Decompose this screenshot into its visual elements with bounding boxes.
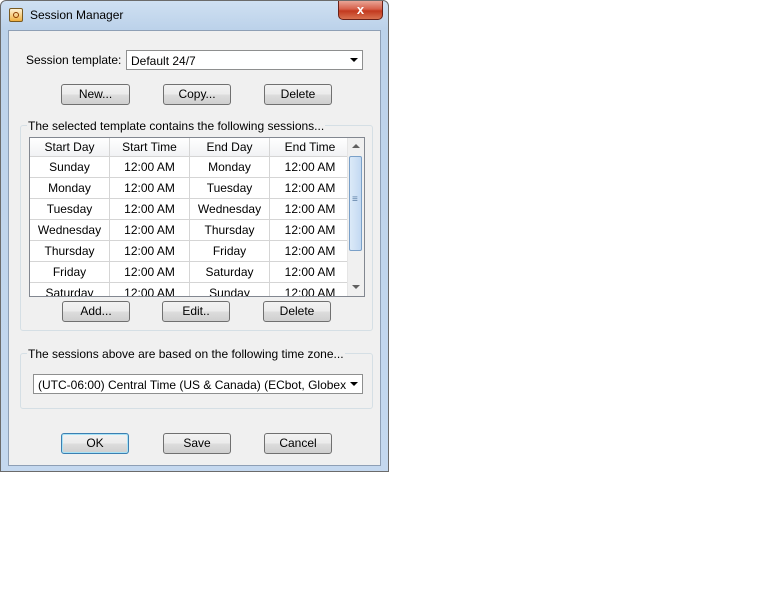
scrollbar-thumb[interactable]	[349, 156, 362, 251]
copy-template-button[interactable]: Copy...	[163, 84, 231, 105]
timezone-dropdown[interactable]: (UTC-06:00) Central Time (US & Canada) (…	[33, 374, 363, 394]
edit-session-button[interactable]: Edit..	[162, 301, 230, 322]
chevron-down-icon[interactable]	[350, 382, 358, 386]
table-row[interactable]: Wednesday 12:00 AM Thursday 12:00 AM	[30, 219, 351, 241]
table-header-row: Start Day Start Time End Day End Time	[30, 138, 351, 157]
sessions-vertical-scrollbar[interactable]	[347, 138, 364, 296]
cell-end-day: Sunday	[189, 282, 270, 296]
cell-start-day: Wednesday	[30, 219, 110, 241]
chevron-down-icon[interactable]	[350, 58, 358, 62]
add-session-button[interactable]: Add...	[62, 301, 130, 322]
cell-start-time: 12:00 AM	[109, 282, 190, 296]
session-template-dropdown[interactable]: Default 24/7	[126, 50, 363, 70]
table-row[interactable]: Saturday 12:00 AM Sunday 12:00 AM	[30, 282, 351, 296]
cell-start-day: Friday	[30, 261, 110, 283]
table-row[interactable]: Sunday 12:00 AM Monday 12:00 AM	[30, 156, 351, 178]
column-header-end-day[interactable]: End Day	[189, 138, 270, 157]
cancel-button[interactable]: Cancel	[264, 433, 332, 454]
table-row[interactable]: Friday 12:00 AM Saturday 12:00 AM	[30, 261, 351, 283]
cell-start-time: 12:00 AM	[109, 219, 190, 241]
delete-template-button[interactable]: Delete	[264, 84, 332, 105]
cell-end-time: 12:00 AM	[269, 156, 351, 178]
cell-end-day: Friday	[189, 240, 270, 262]
ok-button[interactable]: OK	[61, 433, 129, 454]
sessions-group-title: The selected template contains the follo…	[27, 119, 326, 133]
cell-end-time: 12:00 AM	[269, 219, 351, 241]
table-row[interactable]: Tuesday 12:00 AM Wednesday 12:00 AM	[30, 198, 351, 220]
column-header-start-time[interactable]: Start Time	[109, 138, 190, 157]
cell-end-day: Tuesday	[189, 177, 270, 199]
cell-end-time: 12:00 AM	[269, 261, 351, 283]
title-bar[interactable]: Session Manager x	[1, 1, 388, 31]
cell-start-time: 12:00 AM	[109, 156, 190, 178]
new-template-button[interactable]: New...	[61, 84, 130, 105]
timezone-value: (UTC-06:00) Central Time (US & Canada) (…	[38, 378, 346, 392]
cell-end-day: Monday	[189, 156, 270, 178]
column-header-start-day[interactable]: Start Day	[30, 138, 110, 157]
dialog-client-area: Session template: Default 24/7 New... Co…	[8, 30, 381, 466]
scroll-up-arrow-icon[interactable]	[348, 138, 364, 155]
cell-end-day: Saturday	[189, 261, 270, 283]
column-header-end-time[interactable]: End Time	[269, 138, 351, 157]
session-manager-window: Session Manager x Session template: Defa…	[0, 0, 389, 472]
cell-end-day: Wednesday	[189, 198, 270, 220]
table-row[interactable]: Monday 12:00 AM Tuesday 12:00 AM	[30, 177, 351, 199]
close-button[interactable]: x	[338, 1, 383, 20]
cell-end-time: 12:00 AM	[269, 198, 351, 220]
cell-start-day: Thursday	[30, 240, 110, 262]
table-row[interactable]: Thursday 12:00 AM Friday 12:00 AM	[30, 240, 351, 262]
session-template-label: Session template:	[26, 53, 122, 67]
save-button[interactable]: Save	[163, 433, 231, 454]
cell-end-time: 12:00 AM	[269, 177, 351, 199]
app-clock-icon	[9, 8, 23, 22]
session-template-value: Default 24/7	[131, 54, 196, 68]
sessions-table[interactable]: Start Day Start Time End Day End Time Su…	[29, 137, 365, 297]
cell-start-time: 12:00 AM	[109, 198, 190, 220]
cell-end-time: 12:00 AM	[269, 240, 351, 262]
timezone-group-title: The sessions above are based on the foll…	[27, 347, 345, 361]
cell-start-time: 12:00 AM	[109, 240, 190, 262]
cell-start-day: Saturday	[30, 282, 110, 296]
cell-start-day: Tuesday	[30, 198, 110, 220]
cell-start-day: Monday	[30, 177, 110, 199]
cell-start-day: Sunday	[30, 156, 110, 178]
cell-start-time: 12:00 AM	[109, 261, 190, 283]
cell-start-time: 12:00 AM	[109, 177, 190, 199]
scroll-down-arrow-icon[interactable]	[348, 279, 364, 296]
window-title: Session Manager	[30, 8, 124, 22]
cell-end-day: Thursday	[189, 219, 270, 241]
delete-session-button[interactable]: Delete	[263, 301, 331, 322]
cell-end-time: 12:00 AM	[269, 282, 351, 296]
